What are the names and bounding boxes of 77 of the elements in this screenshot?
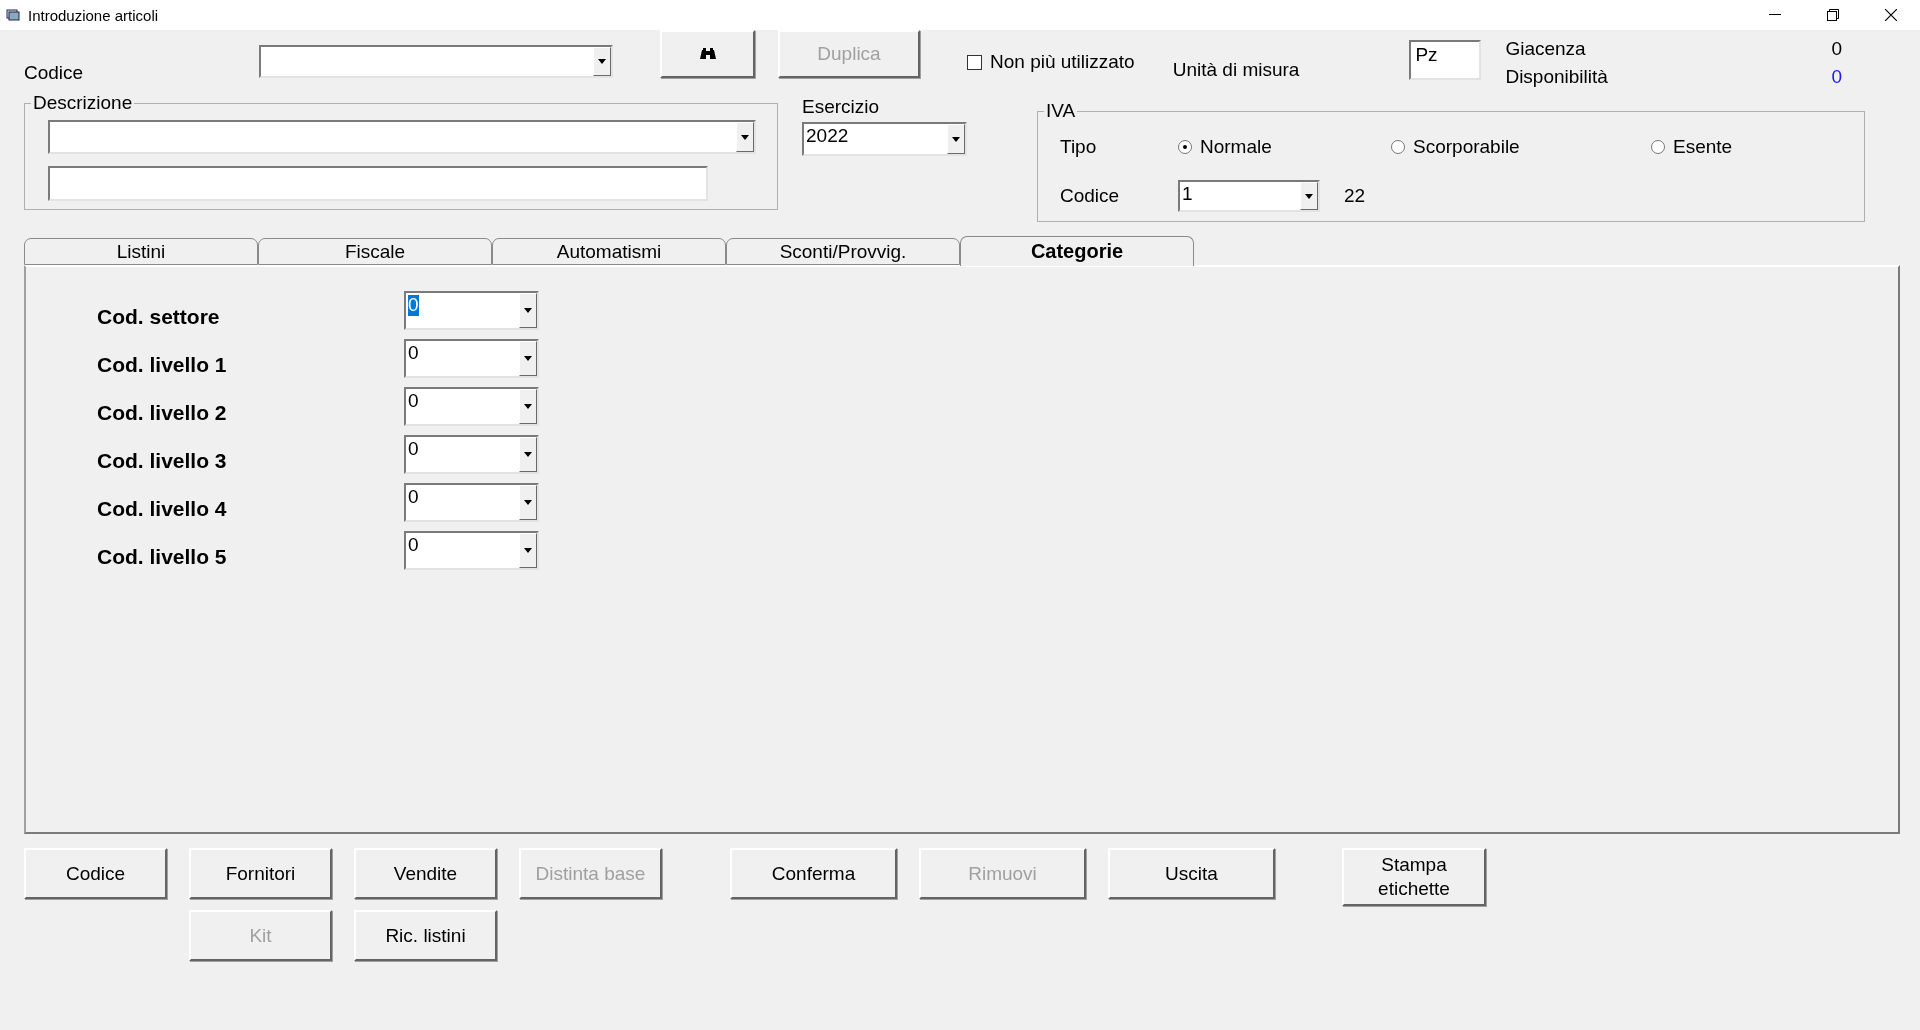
field-label: Cod. settore (97, 304, 220, 328)
tab[interactable]: Listini (24, 238, 258, 265)
unit-field[interactable]: Pz (1409, 40, 1482, 80)
action-button[interactable]: Stampa etichette (1342, 848, 1486, 906)
field-label: Esercizio (802, 96, 881, 118)
vat-type-radio[interactable]: Normale (1178, 136, 1391, 158)
dropdown-button[interactable] (736, 122, 754, 152)
caret-icon (524, 548, 532, 553)
group-title: IVA (1045, 100, 1077, 122)
category-combo[interactable]: 0 (404, 435, 539, 474)
radio-button[interactable] (1178, 140, 1192, 154)
action-button[interactable]: Conferma (730, 848, 897, 899)
description-field[interactable] (48, 166, 708, 201)
field-label: Unità di misura (1172, 59, 1300, 81)
tab[interactable]: Categorie (960, 236, 1194, 266)
vat-type-radio[interactable]: Scorporabile (1391, 136, 1651, 158)
caret-icon (598, 59, 606, 64)
caret-icon (741, 134, 749, 140)
radio-button[interactable] (1651, 140, 1665, 154)
app-icon (6, 8, 20, 22)
close-icon (1885, 9, 1897, 21)
action-button[interactable]: Vendite (354, 848, 497, 899)
category-combo[interactable]: 0 (404, 531, 539, 570)
field-label: Codice (24, 62, 85, 84)
caret-icon (1305, 193, 1313, 199)
caret-icon (524, 308, 532, 313)
tab[interactable]: Sconti/Provvig. (726, 238, 960, 265)
category-combo[interactable]: 0 (404, 387, 539, 426)
dropdown-button[interactable] (519, 341, 537, 376)
action-button[interactable]: Fornitori (189, 848, 332, 899)
dropdown-button[interactable] (519, 389, 537, 424)
caret-icon (524, 500, 532, 505)
category-combo[interactable]: 0 (404, 339, 539, 378)
availability-label: Disponibilità (1505, 66, 1609, 88)
category-combo[interactable]: 0 (404, 291, 539, 330)
category-combo[interactable]: 0 (404, 483, 539, 522)
field-label: Cod. livello 3 (97, 448, 227, 472)
minimize-icon (1769, 14, 1781, 16)
stock-label: Giacenza (1505, 38, 1587, 60)
field-label: Codice (1060, 185, 1121, 207)
action-button[interactable]: Uscita (1108, 848, 1275, 899)
dropdown-button[interactable] (593, 47, 611, 76)
checkbox[interactable] (967, 54, 982, 70)
tab[interactable]: Automatismi (492, 238, 726, 265)
dropdown-button[interactable] (519, 533, 537, 568)
restore-icon (1827, 9, 1839, 21)
description-combo[interactable] (48, 120, 756, 154)
stock-value: 0 (1831, 38, 1842, 60)
group-title: Descrizione (32, 92, 134, 114)
caret-icon (524, 452, 532, 457)
caret-icon (524, 356, 532, 361)
codice-combo[interactable] (259, 45, 613, 78)
tab[interactable]: Fiscale (258, 238, 492, 265)
dropdown-button[interactable] (947, 124, 965, 154)
availability-value: 0 (1831, 66, 1842, 88)
field-label: Cod. livello 4 (97, 496, 227, 520)
vat-type-radio[interactable]: Esente (1651, 136, 1864, 158)
unused-checkbox[interactable]: Non più utilizzato (967, 51, 1135, 73)
field-label: Tipo (1060, 136, 1098, 158)
vat-rate: 22 (1344, 185, 1366, 207)
binoculars-icon (698, 47, 717, 61)
caret-icon (952, 136, 960, 142)
search-button[interactable] (660, 30, 755, 78)
field-label: Cod. livello 1 (97, 352, 227, 376)
radio-button[interactable] (1391, 140, 1405, 154)
dropdown-button[interactable] (519, 293, 537, 328)
dropdown-button[interactable] (519, 485, 537, 520)
vat-code-combo[interactable]: 1 (1178, 180, 1320, 212)
window-title: Introduzione articoli (28, 6, 160, 24)
action-button[interactable]: Ric. listini (354, 910, 497, 961)
field-label: Cod. livello 5 (97, 544, 227, 568)
field-label: Cod. livello 2 (97, 400, 227, 424)
year-combo[interactable]: 2022 (802, 122, 967, 156)
dropdown-button[interactable] (1300, 182, 1318, 210)
caret-icon (524, 404, 532, 409)
action-button[interactable]: Codice (24, 848, 167, 899)
dropdown-button[interactable] (519, 437, 537, 472)
